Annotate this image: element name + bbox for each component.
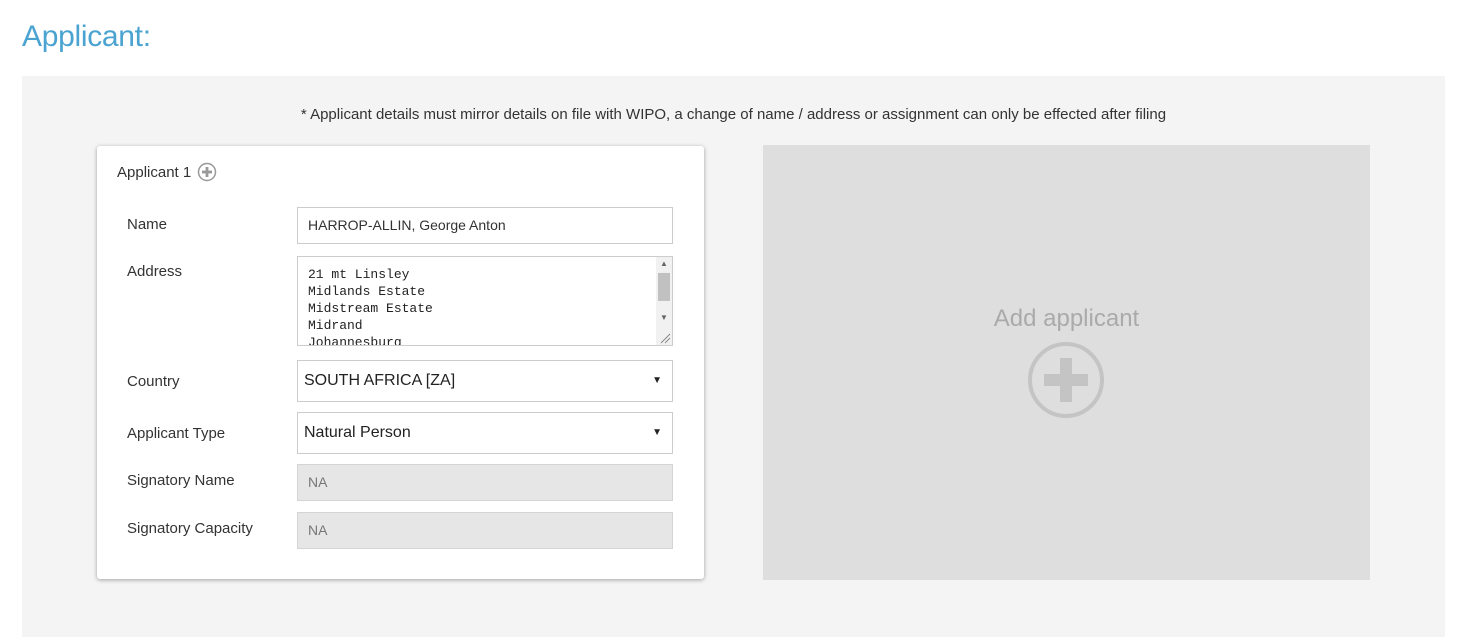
scroll-up-arrow-icon[interactable]: ▲ [656, 257, 672, 271]
signatory-name-label: Signatory Name [127, 472, 235, 489]
wipo-notice: * Applicant details must mirror details … [300, 106, 1167, 123]
scroll-thumb[interactable] [658, 273, 670, 301]
dropdown-arrow-icon: ▼ [652, 427, 662, 438]
address-textarea[interactable]: 21 mt Linsley Midlands Estate Midstream … [297, 256, 673, 346]
scroll-down-arrow-icon[interactable]: ▼ [656, 311, 672, 325]
country-label: Country [127, 373, 180, 390]
signatory-capacity-label: Signatory Capacity [127, 520, 253, 537]
signatory-name-field: NA [297, 464, 673, 501]
name-field[interactable]: HARROP-ALLIN, George Anton [297, 207, 673, 244]
plus-circle-icon[interactable] [197, 162, 217, 182]
applicant-type-selected-value: Natural Person [304, 424, 411, 441]
country-select[interactable]: SOUTH AFRICA [ZA] ▼ [297, 360, 673, 402]
applicant-type-label: Applicant Type [127, 425, 226, 442]
address-label: Address [127, 263, 183, 280]
signatory-capacity-field: NA [297, 512, 673, 549]
address-text: 21 mt Linsley Midlands Estate Midstream … [308, 267, 433, 346]
name-label: Name [127, 216, 168, 233]
add-applicant-button[interactable]: Add applicant [763, 145, 1370, 580]
applicant-card: Applicant 1 Name HARROP-ALLIN, George An… [97, 146, 704, 579]
applicant-type-select[interactable]: Natural Person ▼ [297, 412, 673, 454]
dropdown-arrow-icon: ▼ [652, 375, 662, 386]
plus-circle-icon[interactable] [1027, 341, 1105, 419]
page-title: Applicant: [22, 20, 151, 53]
add-applicant-label: Add applicant [993, 305, 1140, 332]
applicant-card-title: Applicant 1 [117, 163, 192, 181]
resize-grip-icon[interactable] [659, 332, 671, 344]
applicant-card-header: Applicant 1 [117, 162, 217, 182]
applicant-panel: * Applicant details must mirror details … [22, 76, 1445, 637]
country-selected-value: SOUTH AFRICA [ZA] [304, 372, 456, 389]
